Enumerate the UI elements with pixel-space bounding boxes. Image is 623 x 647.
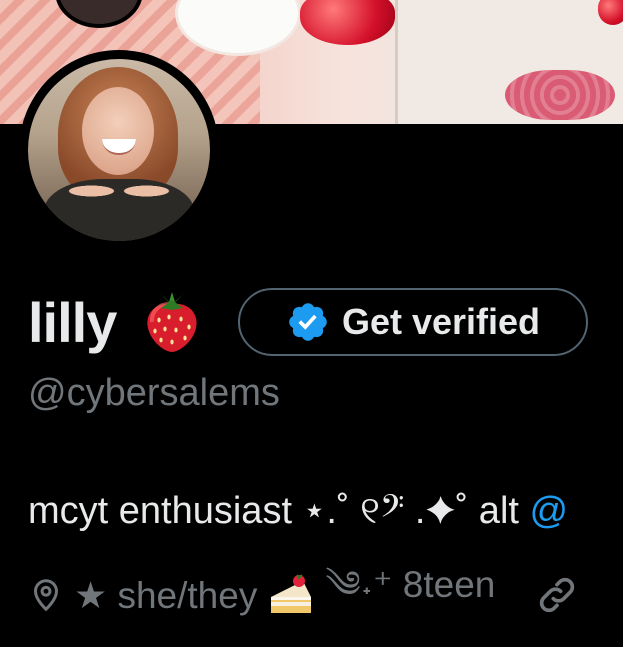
- meta-age-text: ༄˖⁺ 8teen: [325, 564, 496, 605]
- banner-strawberry: [300, 0, 395, 45]
- user-handle: @cybersalems: [28, 372, 280, 414]
- shortcake-emoji-icon: [271, 574, 312, 613]
- banner-cake: [505, 70, 615, 120]
- link-icon[interactable]: [535, 573, 579, 617]
- location-pin-icon: [33, 579, 59, 612]
- verified-badge-icon: [289, 303, 327, 341]
- strawberry-emoji-icon: [147, 292, 197, 352]
- avatar-hands: [64, 171, 174, 211]
- get-verified-label: Get verified: [341, 301, 541, 342]
- display-name: lilly: [28, 291, 117, 354]
- profile-bio: mcyt enthusiast ⋆.˚ ୧𝄢 .✦˚ alt @: [28, 488, 568, 533]
- profile-avatar[interactable]: [19, 50, 219, 250]
- bio-mention-link[interactable]: @: [530, 490, 569, 532]
- bio-text: mcyt enthusiast ⋆.˚ ୧𝄢 .✦˚ alt: [28, 490, 519, 532]
- avatar-photo: [28, 59, 210, 241]
- profile-meta-row: ★ she/they ༄˖⁺ 8teen: [28, 564, 579, 620]
- meta-location-text: ★ she/they: [74, 574, 258, 616]
- avatar-face: [82, 87, 154, 175]
- get-verified-button[interactable]: Get verified: [238, 288, 588, 356]
